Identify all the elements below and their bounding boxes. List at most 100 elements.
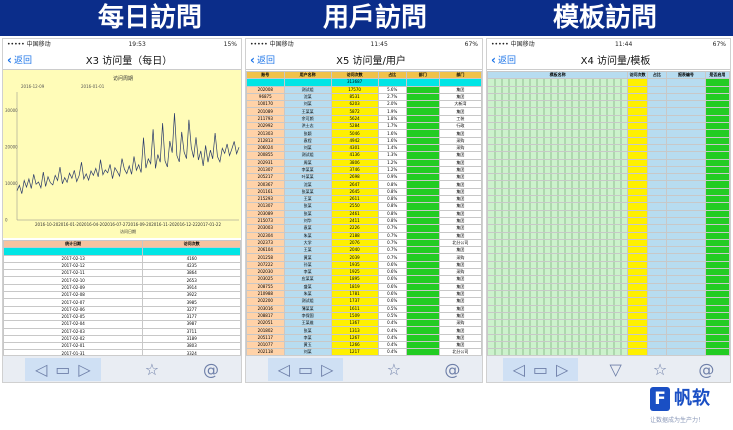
table-cell: 0.7% <box>377 224 407 233</box>
table-cell: 张某 <box>283 202 332 211</box>
table-cell <box>646 180 668 189</box>
back-button[interactable]: ‹ 返回 <box>487 53 541 67</box>
table-cell <box>627 122 648 131</box>
table-cell <box>666 260 706 270</box>
table-cell: 208755 <box>246 282 285 291</box>
table-cell: 沈某 <box>283 180 332 189</box>
table-cell <box>627 151 648 160</box>
page-icon[interactable]: ▭ <box>533 360 548 379</box>
table-cell <box>405 340 440 350</box>
table-cell <box>627 165 648 175</box>
at-icon[interactable]: @ <box>203 360 219 379</box>
table-cell: 3914 <box>142 283 241 293</box>
table-cell <box>487 122 629 131</box>
column-header: 访问次数 <box>627 70 648 80</box>
table-cell: 200367 <box>246 180 285 189</box>
table-cell <box>627 224 648 233</box>
chart-legend-label: 2016-01-01 <box>81 84 105 89</box>
table-cell <box>487 231 629 240</box>
table-cell <box>627 187 648 197</box>
table-cell <box>627 202 648 211</box>
table-cell: 4160 <box>142 254 241 263</box>
table-cell <box>405 165 440 175</box>
table-row: 212813 袁程 4942 1.6% 采购 <box>246 136 482 145</box>
table-cell: 工装 <box>438 114 482 124</box>
table-cell <box>704 275 730 284</box>
table-cell <box>487 85 629 94</box>
table-cell: 1509 <box>330 311 379 321</box>
table-cell: 黄玉 <box>283 340 332 350</box>
filter-icon[interactable]: ▽ <box>609 360 621 379</box>
star-icon[interactable]: ☆ <box>387 360 401 379</box>
back-arrow-icon[interactable]: ◁ <box>278 360 290 379</box>
daily-visits-chart: 访问周期 2016-12-09 2016-01-01 30000 20000 100… <box>3 70 241 238</box>
table-cell: 0.7% <box>377 253 407 262</box>
table-cell <box>646 187 668 197</box>
table-cell <box>627 326 648 335</box>
table-cell: 集团 <box>438 173 482 182</box>
back-arrow-icon[interactable]: ◁ <box>513 360 525 379</box>
back-button[interactable]: ‹ 返回 <box>3 53 57 67</box>
table-cell <box>627 275 648 284</box>
table-cell: 集团 <box>438 340 482 350</box>
table-cell <box>405 319 440 328</box>
table-cell: 集团 <box>438 209 482 218</box>
table-cell: 李某 <box>283 267 332 277</box>
table-cell: 张某 <box>283 209 332 218</box>
table-cell <box>627 297 648 306</box>
table-cell: 202992 <box>246 122 285 131</box>
table-cell <box>646 92 668 102</box>
table-cell <box>487 297 629 306</box>
table-cell: 3985 <box>142 298 241 307</box>
page-title: X5 访问量/用户 <box>336 56 406 67</box>
page-icon[interactable]: ▭ <box>55 360 70 379</box>
forward-arrow-icon[interactable]: ▷ <box>321 360 333 379</box>
table-cell: 1.4% <box>377 143 407 153</box>
table-cell: 张颖 <box>283 129 332 138</box>
table-cell <box>704 216 730 226</box>
table-cell: 1.7% <box>377 122 407 131</box>
table-cell: 1895 <box>330 275 379 284</box>
table-cell: 0.8% <box>377 216 407 226</box>
table-cell: 202200 <box>246 297 285 306</box>
star-icon[interactable]: ☆ <box>653 360 667 379</box>
table-cell <box>666 158 706 167</box>
table-cell <box>666 202 706 211</box>
table-cell: 211793 <box>246 114 285 124</box>
table-cell <box>405 326 440 335</box>
table-cell: 集团 <box>438 107 482 116</box>
at-icon[interactable]: @ <box>444 360 460 379</box>
back-button[interactable]: ‹ 返回 <box>246 52 300 67</box>
table-row <box>487 180 730 189</box>
table-cell: 袁某 <box>283 224 332 233</box>
table-cell <box>627 289 648 299</box>
table-cell: 2017-02-09 <box>3 283 144 293</box>
table-cell <box>627 238 648 248</box>
star-icon[interactable]: ☆ <box>145 360 159 379</box>
table-cell <box>487 202 629 211</box>
at-icon[interactable]: @ <box>698 360 714 379</box>
table-cell <box>627 180 648 189</box>
table-cell <box>627 319 648 328</box>
forward-arrow-icon[interactable]: ▷ <box>78 360 90 379</box>
line-chart: 访问周期 2016-12-09 2016-01-01 30000 20000 100… <box>5 75 240 234</box>
back-arrow-icon[interactable]: ◁ <box>35 360 47 379</box>
forward-arrow-icon[interactable]: ▷ <box>556 360 568 379</box>
table-cell <box>405 253 440 262</box>
table-cell: 201307 <box>246 202 285 211</box>
table-cell <box>646 231 668 240</box>
chevron-left-icon: ‹ <box>250 52 255 67</box>
table-cell <box>487 311 629 321</box>
x-axis-label: 访问日期 <box>120 228 136 234</box>
table-cell <box>487 209 629 218</box>
page-icon[interactable]: ▭ <box>298 360 313 379</box>
table-cell <box>405 107 440 116</box>
table-cell <box>666 173 706 182</box>
table-row <box>487 209 730 218</box>
table-cell: 测试组 <box>283 85 332 94</box>
table-cell <box>666 107 706 116</box>
table-cell: 1781 <box>330 289 379 299</box>
column-header: 是否启用 <box>704 70 730 80</box>
table-cell: 采购 <box>438 136 482 145</box>
table-row <box>487 260 730 270</box>
